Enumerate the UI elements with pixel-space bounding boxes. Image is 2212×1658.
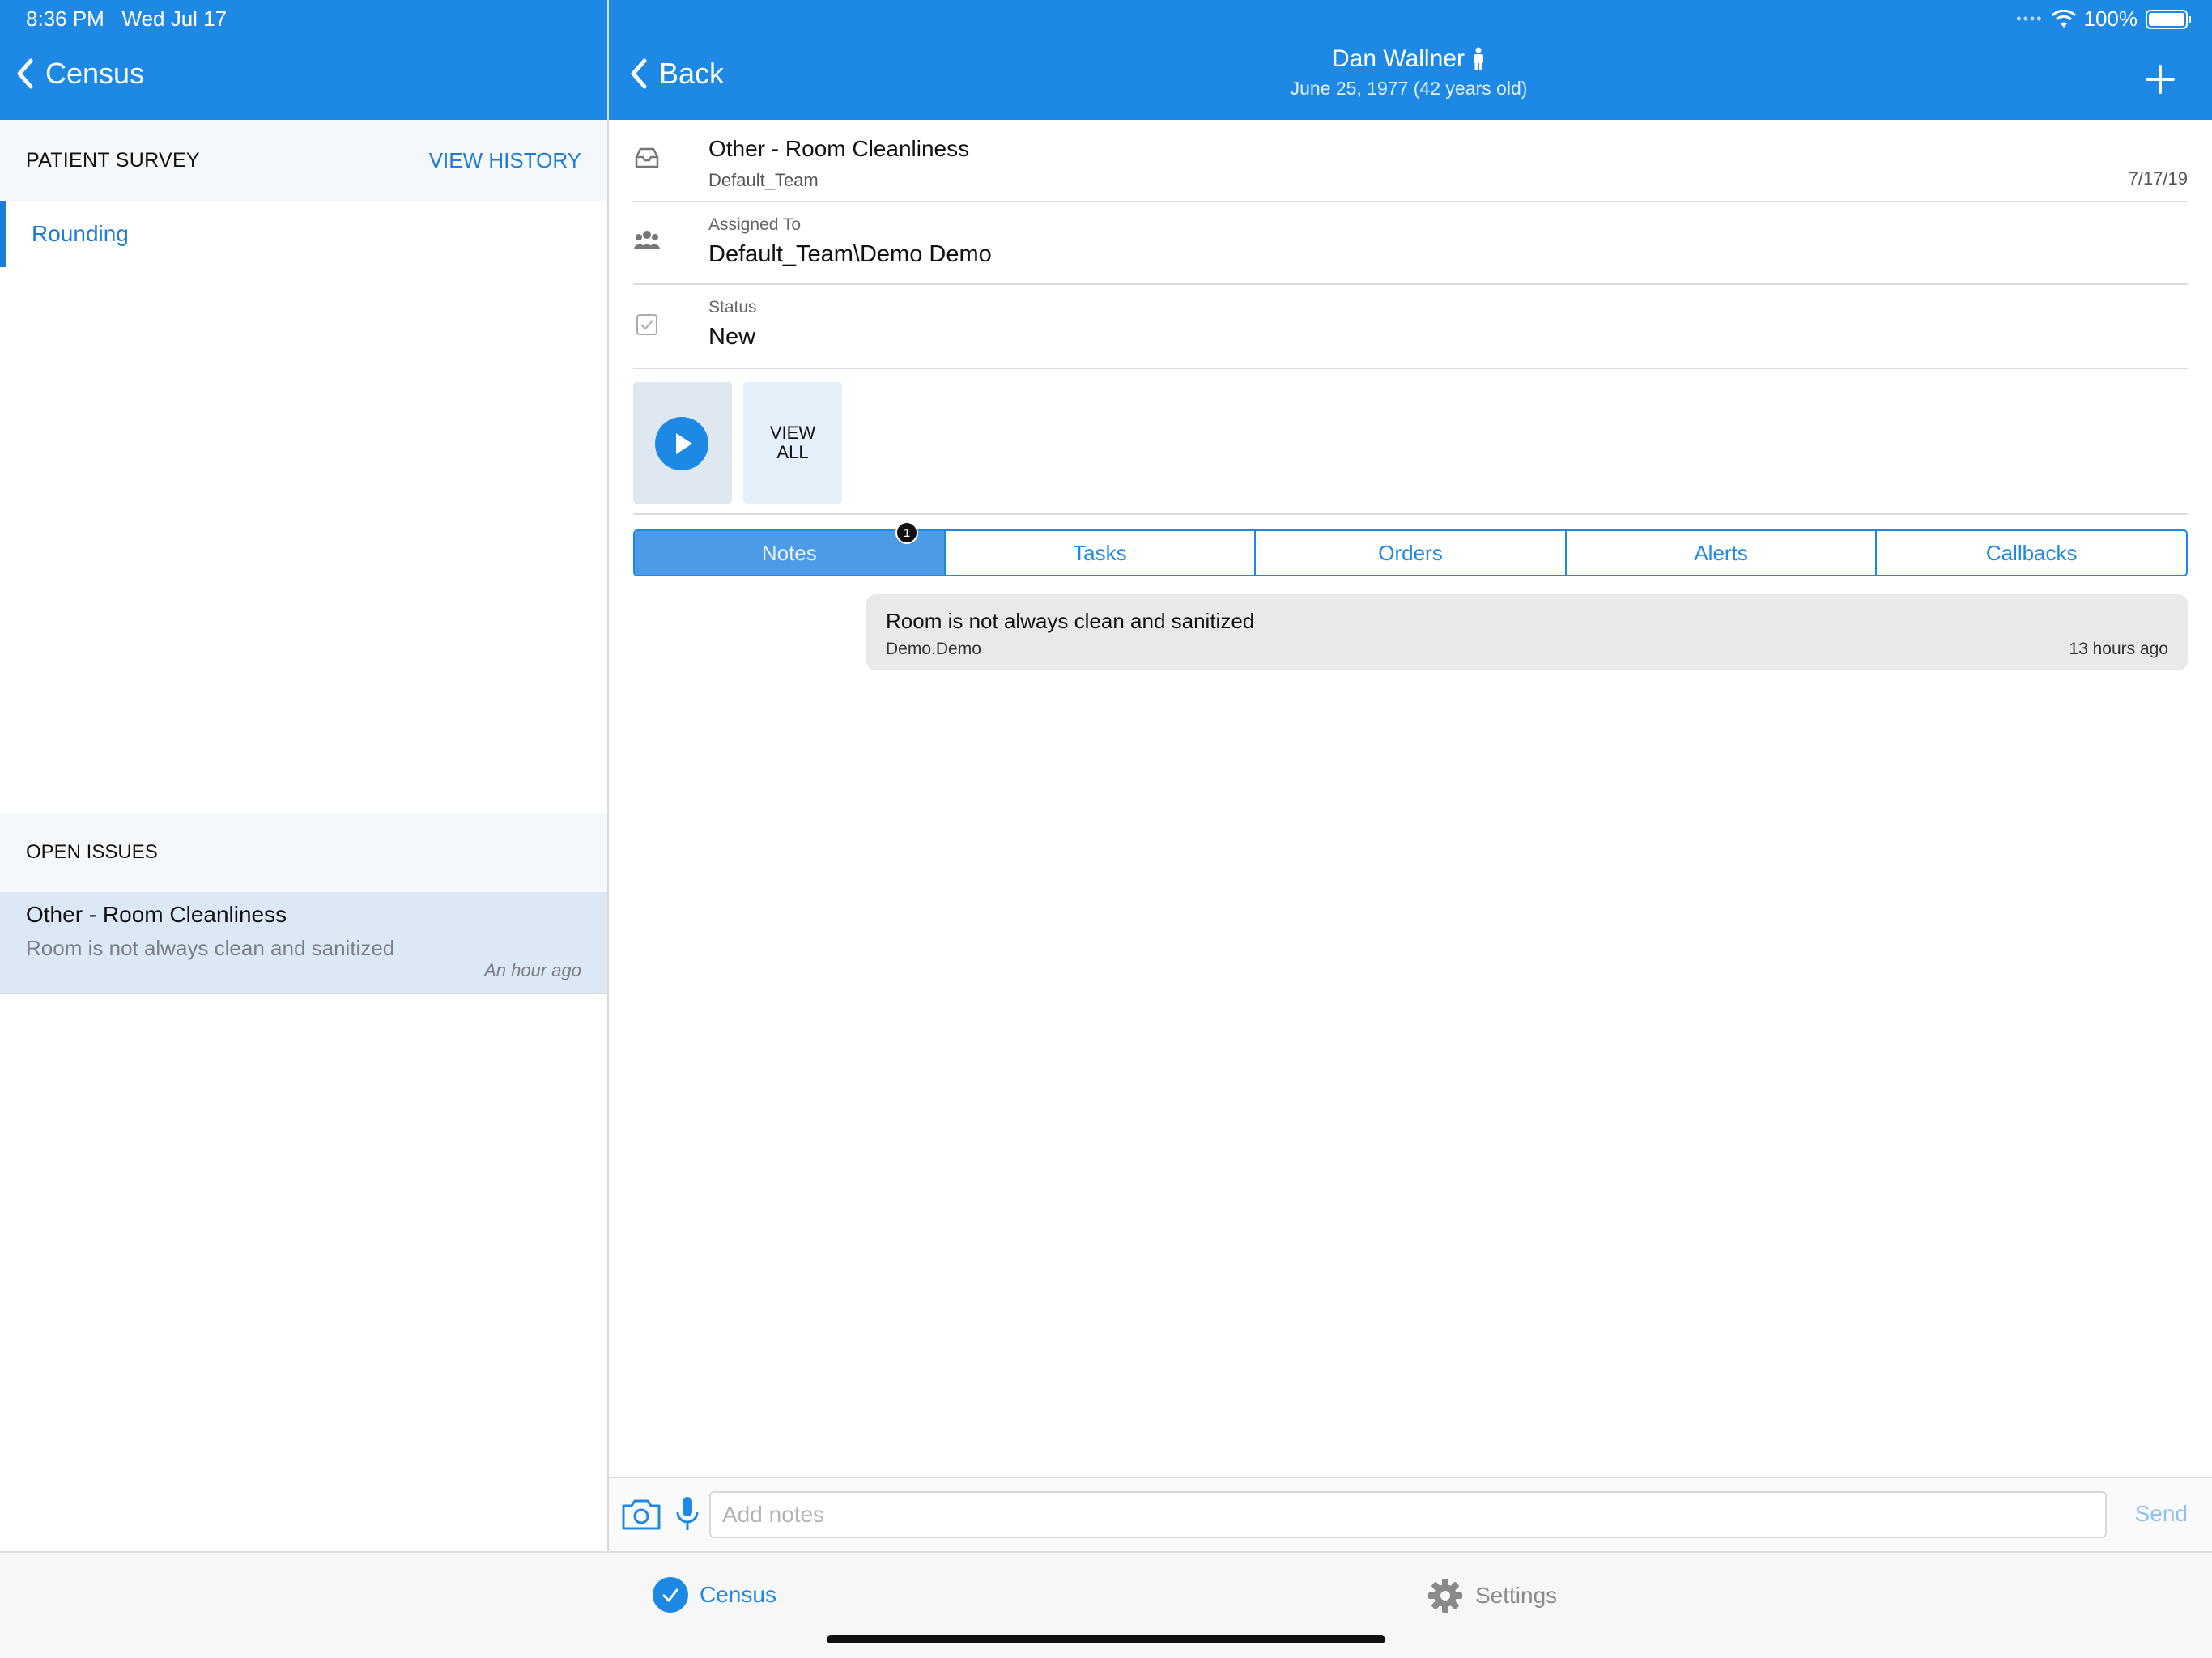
tab-census-label: Census [700, 1582, 776, 1607]
detail-date: 7/17/19 [2128, 168, 2188, 189]
home-indicator[interactable] [827, 1635, 1385, 1643]
back-label: Back [659, 57, 725, 90]
note-item[interactable]: Room is not always clean and sanitized D… [866, 594, 2188, 670]
view-all-line2: ALL [776, 442, 809, 462]
patient-header: Dan Wallner June 25, 1977 (42 years old) [1158, 45, 1660, 100]
checkmark-icon [653, 1577, 688, 1613]
view-all-label: VIEW ALL [770, 423, 815, 462]
patient-survey-title: PATIENT SURVEY [26, 148, 200, 172]
status-label: Status [708, 298, 757, 317]
tab-callbacks[interactable]: Callbacks [1877, 531, 2186, 575]
signal-icon: •••• [2016, 11, 2044, 27]
inbox-icon [635, 147, 659, 168]
status-date: Wed Jul 17 [121, 6, 228, 31]
issue-time: An hour ago [484, 960, 581, 980]
status-clock: 8:36 PM Wed Jul 17 [26, 6, 227, 32]
back-button[interactable]: Back [627, 57, 724, 91]
survey-item-rounding[interactable]: Rounding [0, 201, 607, 267]
detail-team: Default_Team [708, 170, 819, 190]
notes-count-badge: 1 [895, 521, 918, 544]
census-back-label: Census [45, 57, 145, 90]
census-back-button[interactable]: Census [13, 57, 144, 91]
wifi-icon [2051, 9, 2076, 28]
patient-dob: June 25, 1977 (42 years old) [1290, 78, 1528, 99]
compose-bar: Send [609, 1477, 2212, 1551]
detail-tabs: Notes Tasks Orders Alerts Callbacks [633, 529, 2188, 576]
video-thumbnail[interactable] [633, 382, 732, 504]
add-notes-input[interactable] [709, 1491, 2107, 1538]
top-bar: 8:36 PM Wed Jul 17 •••• 100% Census Back… [0, 0, 2212, 120]
view-all-line1: VIEW [769, 422, 816, 443]
battery-percent: 100% [2083, 6, 2138, 31]
chevron-left-icon [17, 58, 33, 89]
note-author: Demo.Demo [886, 640, 981, 658]
patient-name: Dan Wallner [1332, 45, 1465, 72]
battery-icon [2146, 9, 2191, 29]
send-button[interactable]: Send [2135, 1501, 2188, 1527]
media-row: VIEW ALL [633, 382, 2188, 515]
detail-issue-title: Other - Room Cleanliness [708, 136, 970, 161]
left-pane: PATIENT SURVEY VIEW HISTORY Rounding OPE… [0, 120, 607, 1551]
tab-settings[interactable]: Settings [1427, 1577, 1557, 1614]
assigned-to-row[interactable]: Assigned To Default_Team\Demo Demo [633, 202, 2188, 285]
status-time: 8:36 PM [26, 6, 104, 31]
issue-detail-pane: Other - Room Cleanliness Default_Team 7/… [609, 120, 2212, 1551]
assigned-to-value: Default_Team\Demo Demo [708, 241, 992, 267]
male-person-icon [1473, 47, 1483, 70]
issue-title: Other - Room Cleanliness [26, 902, 287, 927]
camera-icon[interactable] [620, 1496, 662, 1532]
group-icon [634, 231, 660, 249]
view-history-link[interactable]: VIEW HISTORY [429, 148, 581, 173]
patient-name-row: Dan Wallner [1332, 45, 1486, 73]
tab-orders[interactable]: Orders [1256, 531, 1567, 575]
patient-survey-header: PATIENT SURVEY VIEW HISTORY [0, 120, 607, 201]
note-time: 13 hours ago [2069, 640, 2168, 658]
microphone-icon[interactable] [674, 1494, 701, 1533]
tab-census[interactable]: Census [653, 1577, 776, 1613]
issue-description: Room is not always clean and sanitized [26, 936, 395, 960]
view-all-button[interactable]: VIEW ALL [743, 382, 842, 504]
open-issues-header: OPEN ISSUES [0, 813, 607, 892]
add-icon[interactable] [2144, 63, 2176, 96]
checkbox-icon [636, 314, 657, 335]
status-value: New [708, 324, 756, 350]
open-issue-item[interactable]: Other - Room Cleanliness Room is not alw… [0, 892, 607, 994]
play-icon [655, 417, 708, 470]
status-indicators: •••• 100% [2016, 6, 2191, 32]
status-row[interactable]: Status New [633, 285, 2188, 369]
tab-tasks[interactable]: Tasks [946, 531, 1257, 575]
gear-icon [1428, 1579, 1462, 1613]
tab-alerts[interactable]: Alerts [1567, 531, 1878, 575]
assigned-to-label: Assigned To [708, 215, 802, 234]
note-text: Room is not always clean and sanitized [886, 609, 1255, 633]
tab-settings-label: Settings [1475, 1583, 1558, 1608]
issue-summary-row: Other - Room Cleanliness Default_Team 7/… [633, 120, 2188, 202]
chevron-left-icon [631, 58, 647, 89]
